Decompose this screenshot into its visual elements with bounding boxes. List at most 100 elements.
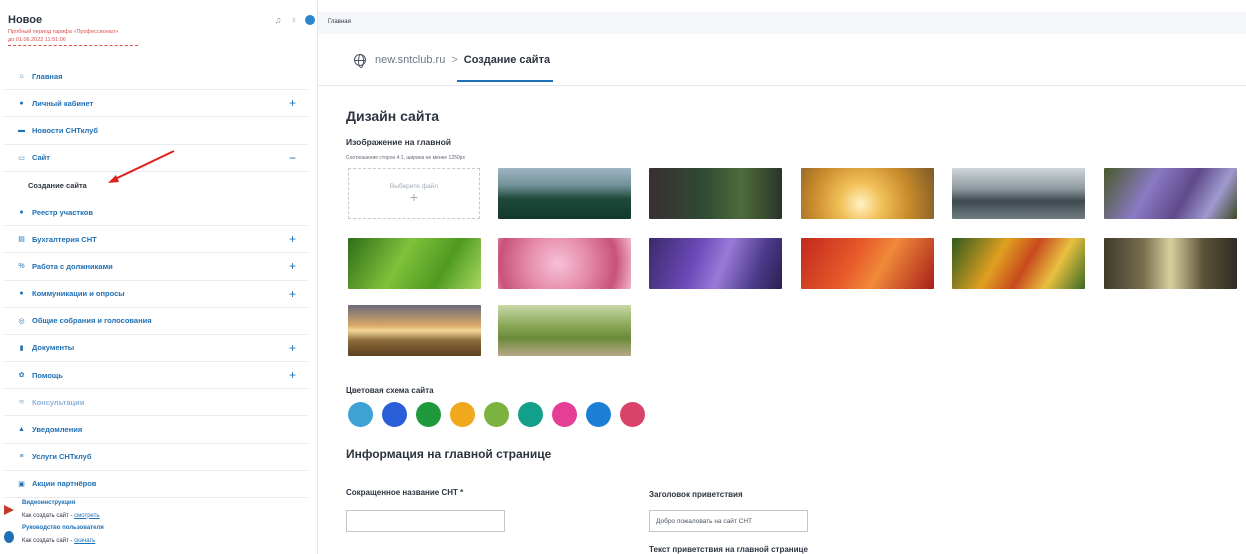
active-tab-indicator [457, 80, 553, 82]
plus-icon: + [409, 189, 419, 205]
chat-icon: ● [19, 290, 24, 298]
chevron-right-icon: > [451, 54, 458, 66]
avatar[interactable] [305, 15, 315, 25]
sidebar-item[interactable]: ▬ Новости СНТклуб [4, 117, 308, 145]
sidebar-item-label: Помощь [32, 370, 63, 380]
gift-icon: ▣ [18, 480, 25, 488]
background-image-option[interactable] [1104, 238, 1237, 289]
sidebar-item[interactable]: ≡ Услуги СНТклуб [4, 444, 308, 471]
breadcrumb[interactable]: Главная [328, 19, 351, 25]
expand-icon[interactable]: + [289, 288, 296, 300]
greeting-text-label: Текст приветствия на главной странице [649, 545, 808, 554]
background-image-option[interactable] [348, 238, 481, 289]
sidebar-nav: ⌂ Главная ● Личный кабинет + ▬ Новости СНТклуб… [0, 63, 318, 498]
expand-icon[interactable]: + [289, 233, 296, 245]
background-image-option[interactable] [498, 305, 631, 356]
color-swatch[interactable] [382, 402, 407, 427]
sidebar-item-label: Уведомления [32, 425, 83, 435]
sidebar-item[interactable]: ⌂ Главная [4, 63, 308, 91]
sidebar-item[interactable]: ● Коммуникации и опросы + [4, 281, 308, 308]
trial-until: до 01.06.2022 11:51:06 [8, 37, 138, 46]
expand-icon[interactable]: + [289, 97, 296, 109]
collapse-icon[interactable]: − [289, 152, 296, 164]
bell-icon: ▲ [18, 426, 25, 434]
sidebar-item[interactable]: ▭ Сайт − [4, 145, 308, 172]
percent-icon: % [18, 262, 25, 270]
background-image-option[interactable] [1104, 168, 1237, 219]
expand-icon[interactable]: + [289, 342, 296, 354]
sidebar-item[interactable]: ▤ Бухгалтерия СНТ + [4, 226, 308, 254]
background-image-option[interactable] [649, 238, 782, 289]
background-image-option[interactable] [498, 238, 631, 289]
user-icon: ● [19, 99, 24, 107]
color-swatch[interactable] [620, 402, 645, 427]
background-image-option[interactable] [952, 168, 1085, 219]
sidebar-item[interactable]: ✿ Помощь + [4, 362, 308, 390]
sidebar-item[interactable]: ● Личный кабинет + [4, 90, 308, 118]
organization-title: Новое [8, 14, 43, 26]
background-image-option[interactable] [801, 238, 934, 289]
background-image-option[interactable] [348, 305, 481, 356]
page-title: Дизайн сайта [346, 108, 440, 124]
monitor-icon: ▭ [18, 154, 25, 162]
bell-icon[interactable]: ♫ [273, 15, 283, 25]
main-content: Дизайн сайта Изображение на главной Соот… [318, 86, 1246, 554]
background-image-option[interactable] [801, 168, 934, 219]
help-icon: ✿ [18, 372, 25, 380]
sidebar-item[interactable]: ◎ Общие собрания и голосования [4, 308, 308, 335]
sidebar-item[interactable]: ● Реестр участков [4, 199, 308, 227]
guide-title: Руководство пользователя [22, 525, 104, 531]
sidebar-item-label: Бухгалтерия СНТ [32, 234, 97, 244]
background-image-option[interactable] [649, 168, 782, 219]
accounting-icon: ▤ [18, 236, 25, 244]
short-name-input[interactable] [346, 510, 505, 532]
video-link[interactable]: смотреть [74, 513, 99, 519]
color-swatch[interactable] [552, 402, 577, 427]
info-section-title: Информация на главной странице [346, 447, 552, 461]
greeting-input[interactable] [649, 510, 808, 532]
site-domain: new.sntclub.ru [375, 54, 446, 66]
color-swatch[interactable] [586, 402, 611, 427]
video-row: Как создать сайт - смотреть [22, 510, 318, 523]
short-name-label: Сокращенное название СНТ * [346, 488, 464, 497]
sidebar-item-label: Личный кабинет [32, 98, 94, 108]
background-image-option[interactable] [952, 238, 1085, 289]
document-icon: ▮ [19, 344, 24, 352]
expand-icon[interactable]: + [289, 260, 296, 272]
top-icons: ♫ ♀ [273, 15, 315, 25]
expand-icon[interactable]: + [289, 369, 296, 381]
guide-icon [4, 531, 14, 543]
vote-icon: ◎ [18, 317, 25, 325]
guide-row: Как создать сайт - скачать [22, 535, 318, 548]
sidebar-item-label: Сайт [32, 153, 50, 163]
greeting-label: Заголовок приветствия [649, 490, 743, 499]
sidebar-item[interactable]: Создание сайта [4, 172, 308, 199]
file-upload-box[interactable]: Выберите файл + [348, 168, 480, 219]
user-icon[interactable]: ♀ [289, 15, 299, 25]
color-swatch[interactable] [484, 402, 509, 427]
sidebar-item-label: Общие собрания и голосования [32, 316, 152, 326]
tab-site-builder[interactable]: new.sntclub.ru > Создание сайта [354, 54, 551, 68]
globe-icon [354, 54, 366, 68]
color-swatch[interactable] [518, 402, 543, 427]
sidebar-item[interactable]: ▲ Уведомления [4, 416, 308, 444]
guide-link[interactable]: скачать [74, 538, 95, 544]
trial-notice: Пробный период тарифа «Профессионал» [8, 29, 119, 35]
sidebar-item[interactable]: ≋ Консультации [4, 389, 308, 417]
sidebar-item-label: Создание сайта [28, 180, 87, 190]
color-swatch[interactable] [416, 402, 441, 427]
tab-current-label: Создание сайта [463, 54, 551, 66]
sidebar-item-label: Документы [32, 343, 75, 353]
color-swatch[interactable] [348, 402, 373, 427]
sidebar-item-label: Акции партнёров [32, 479, 97, 489]
background-image-option[interactable] [498, 168, 631, 219]
sidebar-item-label: Главная [32, 71, 63, 81]
video-text: Как создать сайт - [22, 512, 75, 519]
sidebar-item[interactable]: ▣ Акции партнёров [4, 471, 308, 498]
color-scheme-label: Цветовая схема сайта [346, 386, 434, 395]
sidebar-item[interactable]: % Работа с должниками + [4, 253, 308, 281]
sidebar-item[interactable]: ▮ Документы + [4, 335, 308, 363]
image-hint: Соотношение сторон 4:1, ширина не менее … [346, 155, 465, 161]
color-swatch[interactable] [450, 402, 475, 427]
brand-block: Новое Пробный период тарифа «Профессиона… [8, 14, 138, 46]
